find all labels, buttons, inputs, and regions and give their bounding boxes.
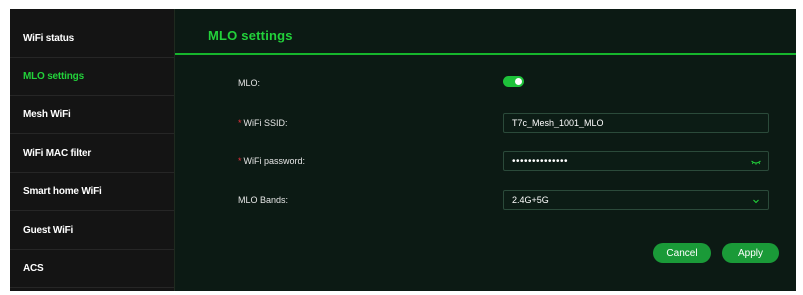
mlo-toggle[interactable] bbox=[503, 76, 524, 87]
ssid-label: * WiFi SSID: bbox=[238, 118, 288, 128]
sidebar-item-wifi-status[interactable]: WiFi status bbox=[10, 20, 174, 58]
chevron-down-icon[interactable] bbox=[750, 195, 762, 207]
sidebar-item-label: Guest WiFi bbox=[23, 225, 74, 236]
password-label-text: WiFi password: bbox=[243, 156, 306, 166]
sidebar-item-label: MLO settings bbox=[23, 71, 84, 82]
password-label: * WiFi password: bbox=[238, 156, 305, 166]
apply-button[interactable]: Apply bbox=[722, 243, 779, 263]
eye-hidden-icon[interactable] bbox=[750, 156, 762, 168]
sidebar-item-acs[interactable]: ACS bbox=[10, 250, 174, 288]
sidebar-item-guest-wifi[interactable]: Guest WiFi bbox=[10, 212, 174, 250]
sidebar-item-label: Smart home WiFi bbox=[23, 186, 102, 197]
password-field[interactable]: •••••••••••••• bbox=[503, 151, 769, 171]
ssid-field[interactable] bbox=[503, 113, 769, 133]
required-mark: * bbox=[238, 156, 242, 166]
bands-label: MLO Bands: bbox=[238, 195, 289, 205]
password-input[interactable]: •••••••••••••• bbox=[512, 156, 568, 167]
required-mark: * bbox=[238, 118, 242, 128]
page-title: MLO settings bbox=[208, 28, 293, 43]
cancel-button[interactable]: Cancel bbox=[653, 243, 711, 263]
ssid-label-text: WiFi SSID: bbox=[243, 118, 288, 128]
sidebar-item-label: ACS bbox=[23, 263, 44, 274]
main-panel: MLO settings MLO: *WiFi SSID: *WiFi pass… bbox=[175, 9, 796, 291]
title-divider bbox=[175, 53, 796, 55]
sidebar-item-smart-home-wifi[interactable]: Smart home WiFi bbox=[10, 173, 174, 211]
bands-select[interactable]: 2.4G+5G bbox=[503, 190, 769, 210]
app-frame: WiFi status MLO settings Mesh WiFi WiFi … bbox=[10, 9, 796, 291]
sidebar-item-mesh-wifi[interactable]: Mesh WiFi bbox=[10, 96, 174, 134]
bands-selected-value: 2.4G+5G bbox=[512, 195, 549, 205]
ssid-input[interactable] bbox=[512, 118, 732, 128]
sidebar-item-label: WiFi MAC filter bbox=[23, 148, 92, 159]
sidebar-item-mlo-settings[interactable]: MLO settings bbox=[10, 58, 174, 96]
sidebar-item-label: Mesh WiFi bbox=[23, 109, 71, 120]
toggle-knob bbox=[515, 78, 522, 85]
sidebar-item-label: WiFi status bbox=[23, 33, 75, 44]
mlo-label: MLO: bbox=[238, 78, 261, 88]
sidebar: WiFi status MLO settings Mesh WiFi WiFi … bbox=[10, 9, 175, 291]
sidebar-item-wifi-mac-filter[interactable]: WiFi MAC filter bbox=[10, 135, 174, 173]
